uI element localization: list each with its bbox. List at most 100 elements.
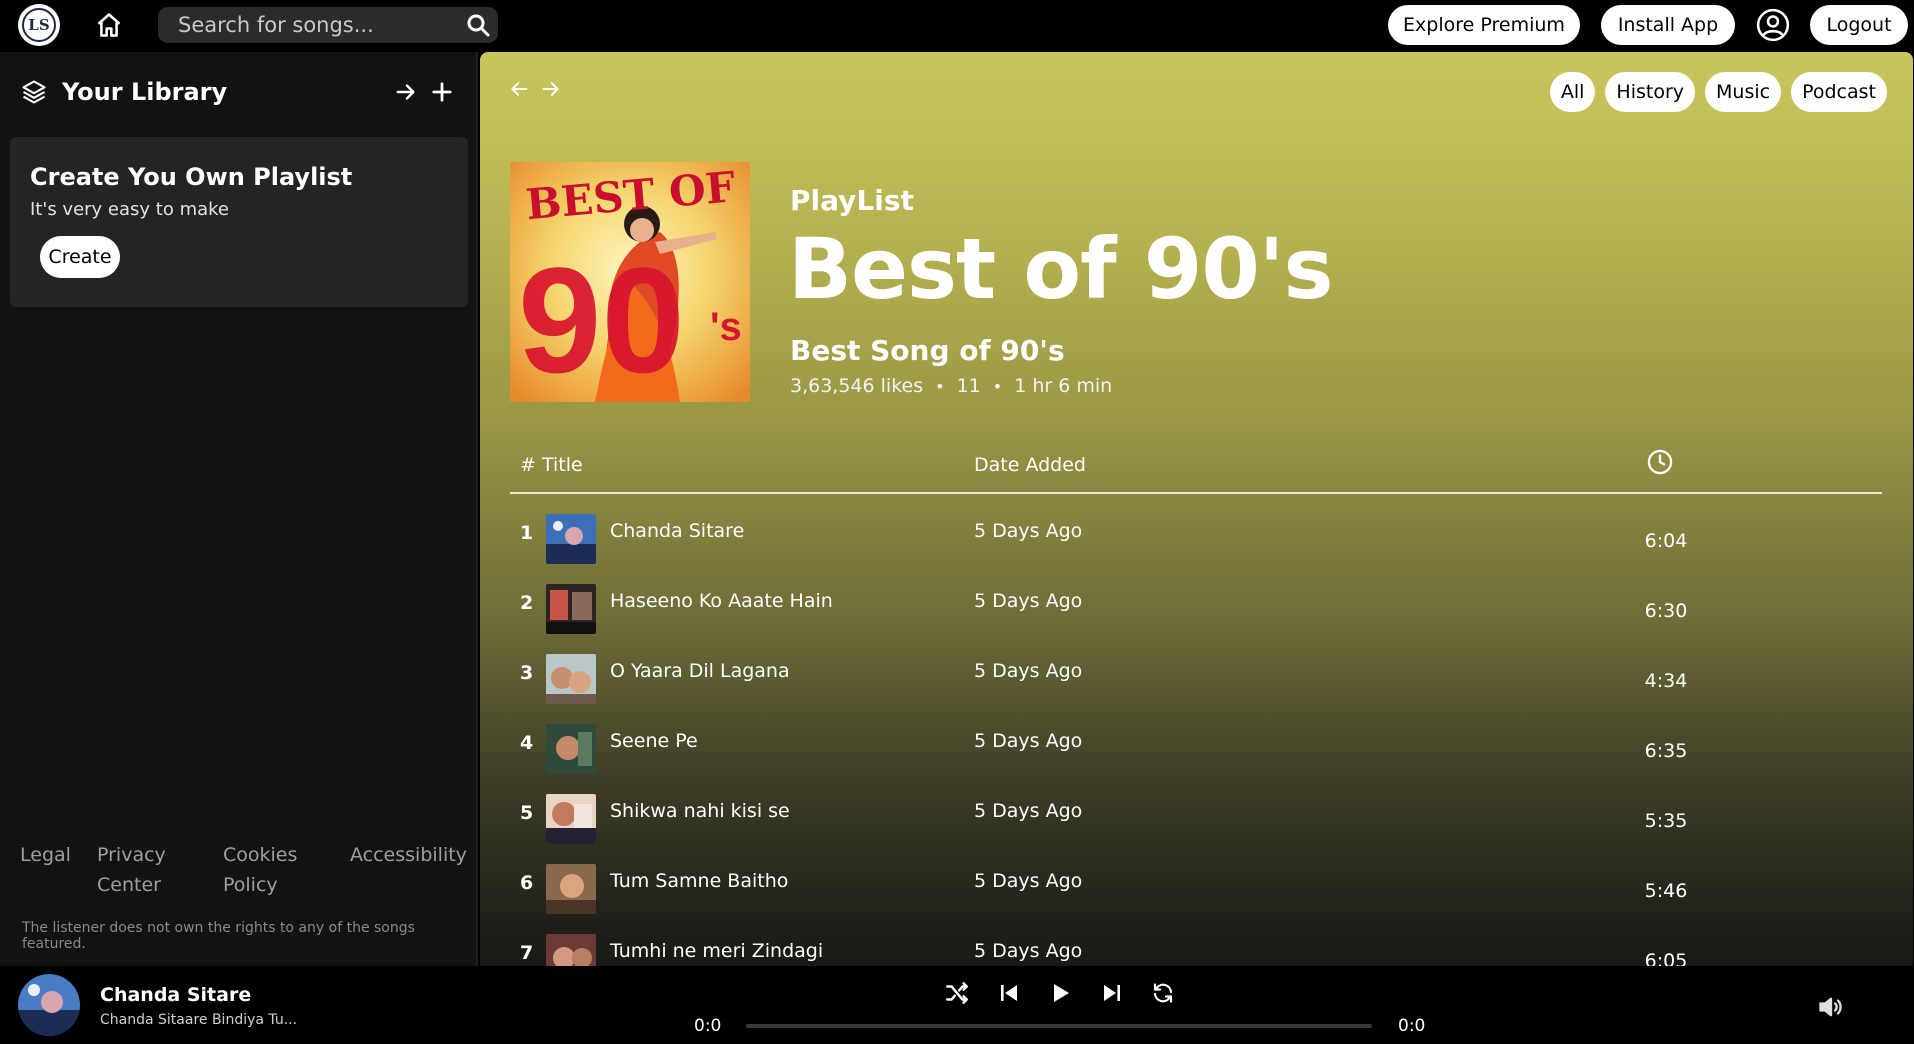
library-stack-icon[interactable] <box>20 78 48 106</box>
plus-icon <box>432 82 452 102</box>
now-playing-subtitle: Chanda Sitaare Bindiya Tu... <box>100 1012 298 1028</box>
track-row[interactable]: 6 Tum Samne Baitho 5 Days Ago 5:46 <box>510 860 1882 930</box>
track-row[interactable]: 5 Shikwa nahi kisi se 5 Days Ago 5:35 <box>510 790 1882 860</box>
filter-music[interactable]: Music <box>1705 72 1782 112</box>
track-thumbnail <box>546 514 596 564</box>
track-date-added: 5 Days Ago <box>974 870 1083 892</box>
track-thumbnail <box>546 724 596 774</box>
filter-podcast[interactable]: Podcast <box>1791 72 1887 112</box>
volume-button[interactable] <box>1816 992 1846 1022</box>
playlist-type-label: PlayList <box>790 184 914 217</box>
playlist-song-count: 11 <box>956 375 981 397</box>
progress-bar[interactable] <box>746 1024 1372 1028</box>
install-app-button[interactable]: Install App <box>1601 5 1735 45</box>
track-row[interactable]: 2 Haseeno Ko Aaate Hain 5 Days Ago 6:30 <box>510 580 1882 650</box>
track-date-added: 5 Days Ago <box>974 800 1083 822</box>
create-playlist-card: Create You Own Playlist It's very easy t… <box>10 137 468 307</box>
playlist-view: All History Music Podcast BEST OF 90 's <box>480 52 1913 966</box>
previous-button[interactable] <box>992 976 1026 1010</box>
user-profile-icon[interactable] <box>1754 6 1792 44</box>
track-number: 5 <box>520 802 534 824</box>
repeat-icon <box>1153 983 1173 1003</box>
forward-button[interactable] <box>540 78 562 100</box>
back-button[interactable] <box>508 78 530 100</box>
play-icon <box>1054 984 1069 1002</box>
track-title[interactable]: Chanda Sitare <box>610 520 744 542</box>
top-bar: LS Search for songs... Explore Premium I… <box>0 0 1914 52</box>
column-title: # Title <box>520 454 583 476</box>
track-duration: 6:04 <box>1644 530 1688 552</box>
track-number: 1 <box>520 522 534 544</box>
track-title[interactable]: O Yaara Dil Lagana <box>610 660 790 682</box>
meta-separator: • <box>935 376 945 396</box>
search-input[interactable]: Search for songs... <box>158 13 458 37</box>
track-duration: 5:35 <box>1644 810 1688 832</box>
add-playlist-button[interactable] <box>424 74 460 110</box>
footer-link-accessibility[interactable]: Accessibility <box>350 840 467 870</box>
now-playing-title[interactable]: Chanda Sitare <box>100 984 251 1006</box>
sidebar: Your Library Create You Own Playlist It'… <box>0 52 478 966</box>
footer-link-privacy-center[interactable]: Privacy Center <box>97 840 187 900</box>
track-duration: 6:30 <box>1644 600 1688 622</box>
play-button[interactable] <box>1043 976 1077 1010</box>
track-title[interactable]: Shikwa nahi kisi se <box>610 800 790 822</box>
track-duration: 4:34 <box>1644 670 1688 692</box>
expand-library-button[interactable] <box>388 74 424 110</box>
footer-link-cookies-policy[interactable]: Cookies Policy <box>223 840 313 900</box>
shuffle-icon <box>946 982 968 1004</box>
player-bar: Chanda Sitare Chanda Sitaare Bindiya Tu.… <box>0 966 1914 1044</box>
arrow-right-icon <box>542 82 559 96</box>
track-duration: 5:46 <box>1644 880 1688 902</box>
track-title[interactable]: Seene Pe <box>610 730 698 752</box>
filter-all[interactable]: All <box>1549 72 1596 112</box>
track-date-added: 5 Days Ago <box>974 590 1083 612</box>
explore-premium-button[interactable]: Explore Premium <box>1388 5 1580 45</box>
repeat-button[interactable] <box>1146 976 1180 1010</box>
track-duration: 6:05 <box>1644 950 1688 966</box>
logout-button[interactable]: Logout <box>1810 5 1908 45</box>
track-title[interactable]: Tum Samne Baitho <box>610 870 788 892</box>
create-playlist-button[interactable]: Create <box>40 236 120 278</box>
arrow-left-icon <box>511 82 528 96</box>
track-thumbnail <box>546 934 596 966</box>
library-title[interactable]: Your Library <box>62 78 388 106</box>
now-playing-artwork[interactable] <box>18 974 80 1036</box>
track-row[interactable]: 7 Tumhi ne meri Zindagi 5 Days Ago 6:05 <box>510 930 1882 966</box>
history-navigation <box>508 78 562 100</box>
track-title[interactable]: Tumhi ne meri Zindagi <box>610 940 823 962</box>
playlist-cover-art: BEST OF 90 's <box>510 162 750 402</box>
track-row[interactable]: 1 Chanda Sitare 5 Days Ago 6:04 <box>510 510 1882 580</box>
playlist-likes: 3,63,546 likes <box>790 375 924 397</box>
track-title[interactable]: Haseeno Ko Aaate Hain <box>610 590 833 612</box>
track-row[interactable]: 3 O Yaara Dil Lagana 5 Days Ago 4:34 <box>510 650 1882 720</box>
skip-next-icon <box>1103 985 1120 1001</box>
total-time: 0:0 <box>1398 1016 1426 1036</box>
track-thumbnail <box>546 584 596 634</box>
track-list: 1 Chanda Sitare 5 Days Ago 6:04 2 Haseen… <box>510 510 1882 966</box>
footer-link-legal[interactable]: Legal <box>20 840 71 870</box>
create-card-subtitle: It's very easy to make <box>30 199 229 220</box>
volume-icon <box>1819 997 1842 1017</box>
clock-icon <box>1646 448 1674 481</box>
track-thumbnail <box>546 794 596 844</box>
meta-separator: • <box>992 376 1003 396</box>
app-logo[interactable]: LS <box>18 4 60 46</box>
track-thumbnail <box>546 864 596 914</box>
playlist-description: Best Song of 90's <box>790 334 1065 367</box>
shuffle-button[interactable] <box>940 976 974 1010</box>
track-row[interactable]: 4 Seene Pe 5 Days Ago 6:35 <box>510 720 1882 790</box>
home-button[interactable] <box>90 7 128 43</box>
track-number: 2 <box>520 592 534 614</box>
track-number: 7 <box>520 942 534 964</box>
playlist-title: Best of 90's <box>788 220 1333 318</box>
search-icon[interactable] <box>458 7 498 43</box>
create-card-title: Create You Own Playlist <box>30 163 353 191</box>
next-button[interactable] <box>1095 976 1129 1010</box>
column-date-added: Date Added <box>974 454 1086 476</box>
filter-history[interactable]: History <box>1605 72 1696 112</box>
track-date-added: 5 Days Ago <box>974 940 1083 962</box>
skip-previous-icon <box>1000 985 1017 1001</box>
search-bar[interactable]: Search for songs... <box>158 7 498 43</box>
cover-text-s: 's <box>710 305 742 349</box>
track-duration: 6:35 <box>1644 740 1688 762</box>
